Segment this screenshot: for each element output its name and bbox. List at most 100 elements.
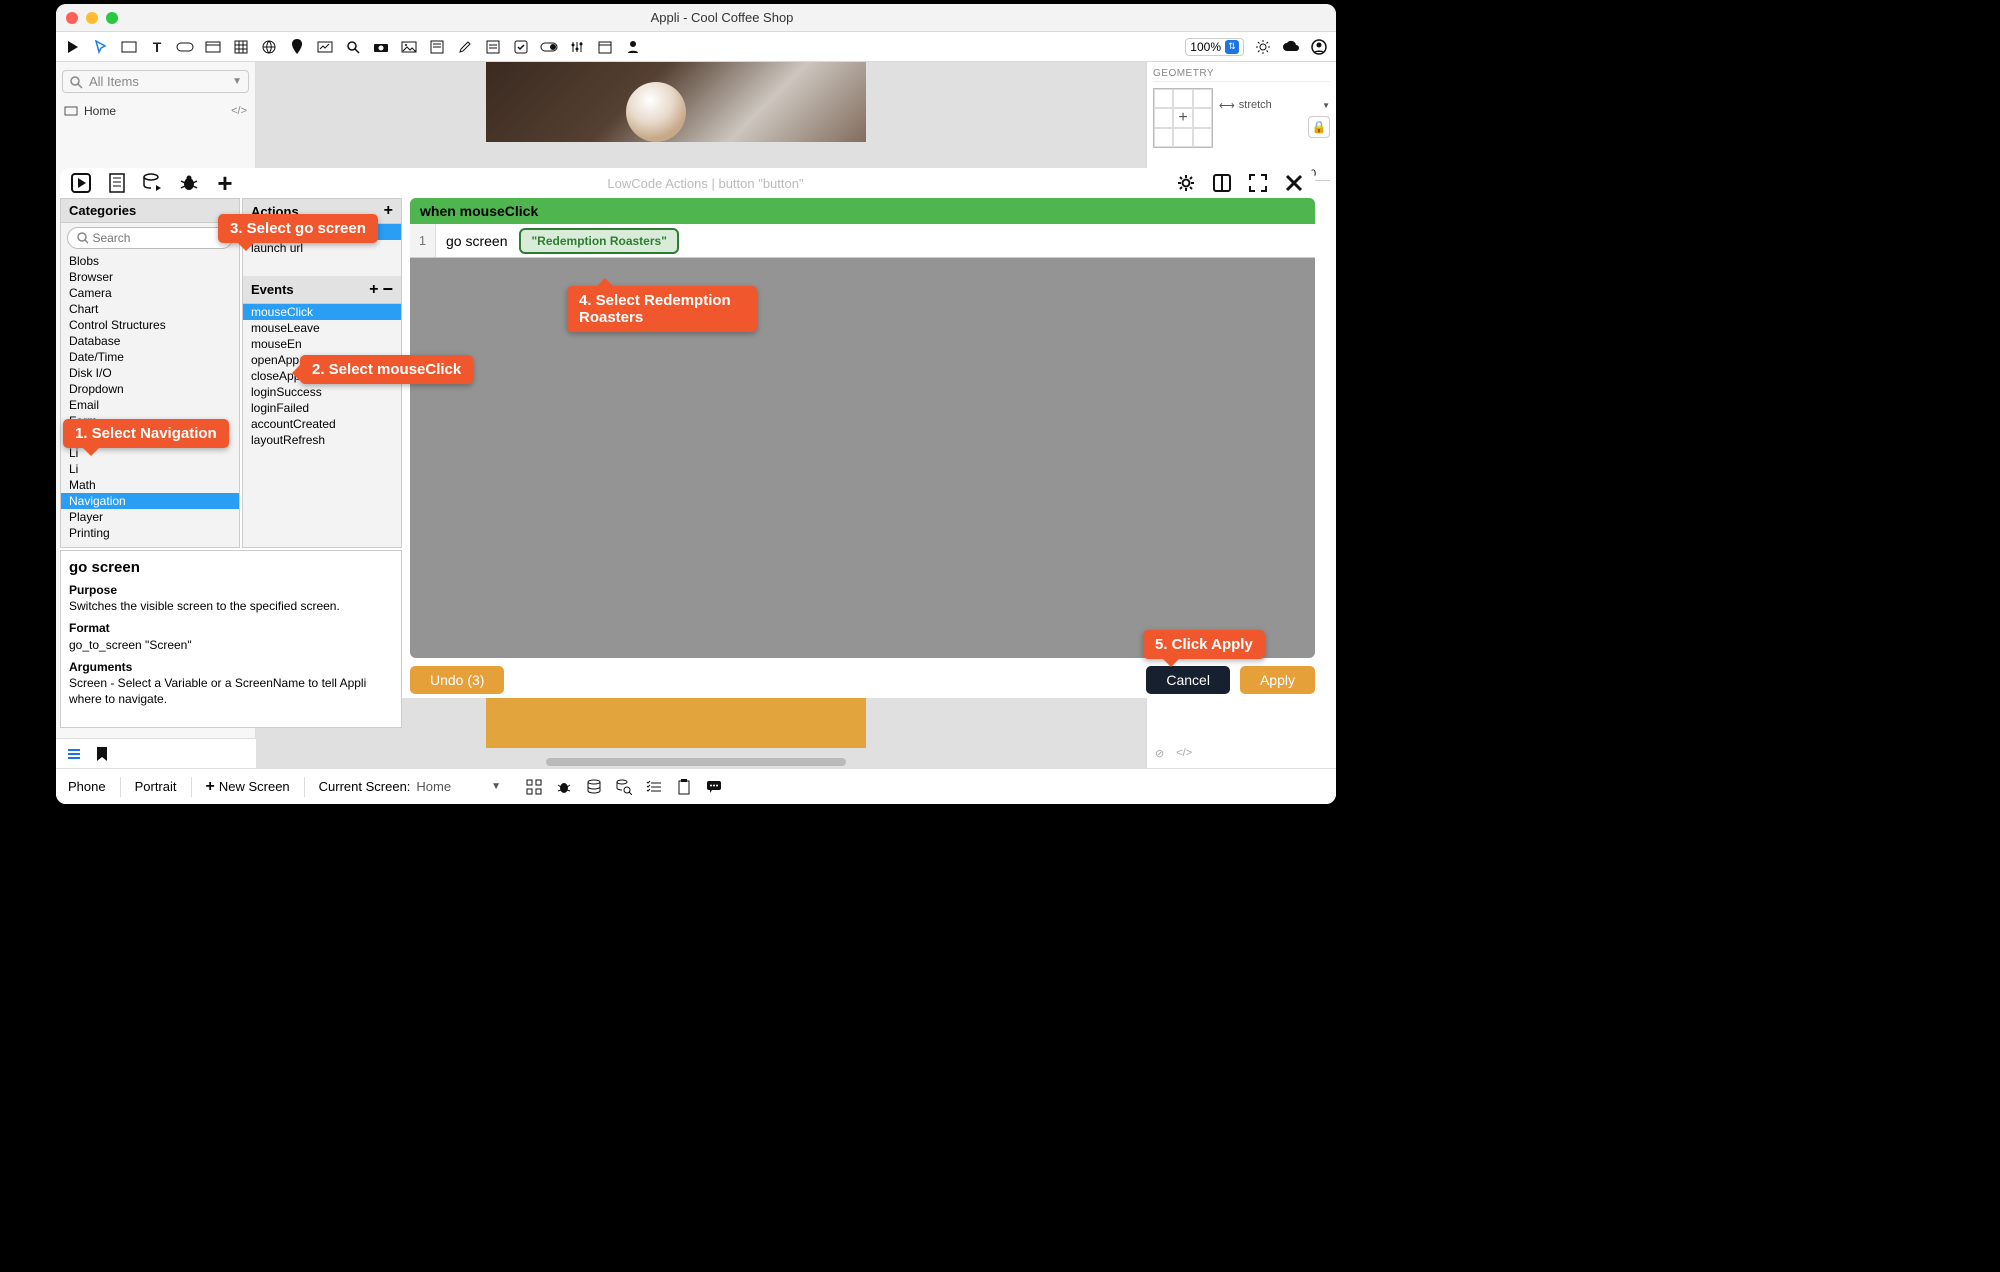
list-item[interactable]: mouseLeave xyxy=(243,320,401,336)
clipboard-icon[interactable] xyxy=(675,778,693,796)
gear-icon[interactable] xyxy=(1254,38,1272,56)
cancel-button[interactable]: Cancel xyxy=(1146,666,1230,694)
close-icon[interactable] xyxy=(1283,172,1305,194)
form-icon[interactable] xyxy=(428,38,446,56)
bookmark-icon[interactable] xyxy=(96,746,108,762)
callout-1: 1. Select Navigation xyxy=(63,419,229,448)
list-item[interactable]: Properties xyxy=(61,541,239,543)
list-item[interactable]: Control Structures xyxy=(61,317,239,333)
cloud-icon[interactable] xyxy=(1282,38,1300,56)
chat-icon[interactable] xyxy=(705,778,723,796)
zoom-selector[interactable]: 100% ⇅ xyxy=(1185,38,1244,56)
lock-icon[interactable]: 🔒 xyxy=(1308,116,1330,138)
list-item[interactable]: Email xyxy=(61,397,239,413)
list-item[interactable]: loginSuccess xyxy=(243,384,401,400)
events-title: Events xyxy=(251,282,294,297)
categories-search[interactable] xyxy=(67,227,233,249)
editor-row[interactable]: 1 go screen "Redemption Roasters" xyxy=(410,224,1315,258)
camera-icon[interactable] xyxy=(372,38,390,56)
device-label[interactable]: Phone xyxy=(68,779,106,794)
tree-item-home[interactable]: Home </> xyxy=(56,101,255,121)
grid-icon[interactable] xyxy=(525,778,543,796)
close-icon[interactable] xyxy=(66,12,78,24)
database-search-icon[interactable] xyxy=(615,778,633,796)
fullscreen-icon[interactable] xyxy=(1247,172,1269,194)
zoom-icon[interactable] xyxy=(106,12,118,24)
new-screen-button[interactable]: + New Screen xyxy=(206,778,290,796)
minus-icon[interactable]: − xyxy=(382,279,393,300)
current-screen-value: Home xyxy=(416,779,451,794)
screen-chip[interactable]: "Redemption Roasters" xyxy=(519,228,678,254)
sliders-icon[interactable] xyxy=(568,38,586,56)
categories-title: Categories xyxy=(61,199,239,223)
database-play-icon[interactable] xyxy=(142,172,164,194)
list-item[interactable]: Chart xyxy=(61,301,239,317)
search-input[interactable] xyxy=(92,231,224,245)
database-icon[interactable] xyxy=(585,778,603,796)
list-item[interactable]: accountCreated xyxy=(243,416,401,432)
horizontal-scrollbar[interactable] xyxy=(546,758,846,766)
list-item[interactable]: Camera xyxy=(61,285,239,301)
code-icon[interactable]: </> xyxy=(1176,747,1192,760)
text-icon[interactable]: T xyxy=(148,38,166,56)
search-icon[interactable] xyxy=(344,38,362,56)
pointer-icon[interactable] xyxy=(92,38,110,56)
list-item[interactable]: Disk I/O xyxy=(61,365,239,381)
columns-icon[interactable] xyxy=(1211,172,1233,194)
lowcode-header: + LowCode Actions | button "button" xyxy=(60,168,1315,198)
chevron-down-icon: ▼ xyxy=(232,76,242,87)
grid-icon[interactable] xyxy=(232,38,250,56)
play-icon[interactable] xyxy=(64,38,82,56)
notes-icon[interactable] xyxy=(106,172,128,194)
list-item[interactable]: Database xyxy=(61,333,239,349)
bug-icon[interactable] xyxy=(178,172,200,194)
undo-button[interactable]: Undo (3) xyxy=(410,666,504,694)
apply-button[interactable]: Apply xyxy=(1240,666,1315,694)
list-item[interactable]: Dropdown xyxy=(61,381,239,397)
plus-icon[interactable]: + xyxy=(214,172,236,194)
minimize-icon[interactable] xyxy=(86,12,98,24)
allitems-dropdown[interactable]: All Items ▼ xyxy=(62,70,249,93)
globe-icon[interactable] xyxy=(260,38,278,56)
chart-icon[interactable] xyxy=(316,38,334,56)
list-item[interactable]: mouseEn xyxy=(243,336,401,352)
user-icon[interactable] xyxy=(624,38,642,56)
callout-5: 5. Click Apply xyxy=(1143,630,1265,659)
list-item[interactable]: Printing xyxy=(61,525,239,541)
gear-icon[interactable] xyxy=(1175,172,1197,194)
plus-icon[interactable]: + xyxy=(384,202,393,220)
list-item[interactable]: Blobs xyxy=(61,253,239,269)
list-item[interactable]: mouseClick xyxy=(243,304,401,320)
account-icon[interactable] xyxy=(1310,38,1328,56)
edit-icon[interactable] xyxy=(456,38,474,56)
panel-icon[interactable] xyxy=(204,38,222,56)
check-icon[interactable] xyxy=(512,38,530,56)
anchor-grid[interactable]: + xyxy=(1153,88,1213,148)
list-item[interactable]: Li xyxy=(61,461,239,477)
toggle-icon[interactable] xyxy=(540,38,558,56)
list-item[interactable]: Browser xyxy=(61,269,239,285)
editor-command: go screen xyxy=(436,233,517,249)
list-item[interactable]: layoutRefresh xyxy=(243,432,401,448)
doc-panel: go screen Purpose Switches the visible s… xyxy=(60,550,402,728)
pin-icon[interactable] xyxy=(288,38,306,56)
orientation-label[interactable]: Portrait xyxy=(135,779,177,794)
bug-icon[interactable] xyxy=(555,778,573,796)
list-item[interactable]: Player xyxy=(61,509,239,525)
callout-4: 4. Select Redemption Roasters xyxy=(567,286,757,332)
current-screen-dropdown[interactable]: Home ▼ xyxy=(416,779,501,794)
list-item[interactable]: Date/Time xyxy=(61,349,239,365)
play-square-icon[interactable] xyxy=(70,172,92,194)
list-item[interactable]: Navigation xyxy=(61,493,239,509)
list-icon[interactable] xyxy=(484,38,502,56)
canvas-button[interactable] xyxy=(486,692,866,748)
list-item[interactable]: Math xyxy=(61,477,239,493)
tasks-icon[interactable] xyxy=(645,778,663,796)
list-item[interactable]: loginFailed xyxy=(243,400,401,416)
rect-icon[interactable] xyxy=(120,38,138,56)
plus-icon[interactable]: + xyxy=(369,281,378,299)
list-view-icon[interactable] xyxy=(66,747,82,761)
button-icon[interactable] xyxy=(176,38,194,56)
calendar-icon[interactable] xyxy=(596,38,614,56)
image-icon[interactable] xyxy=(400,38,418,56)
